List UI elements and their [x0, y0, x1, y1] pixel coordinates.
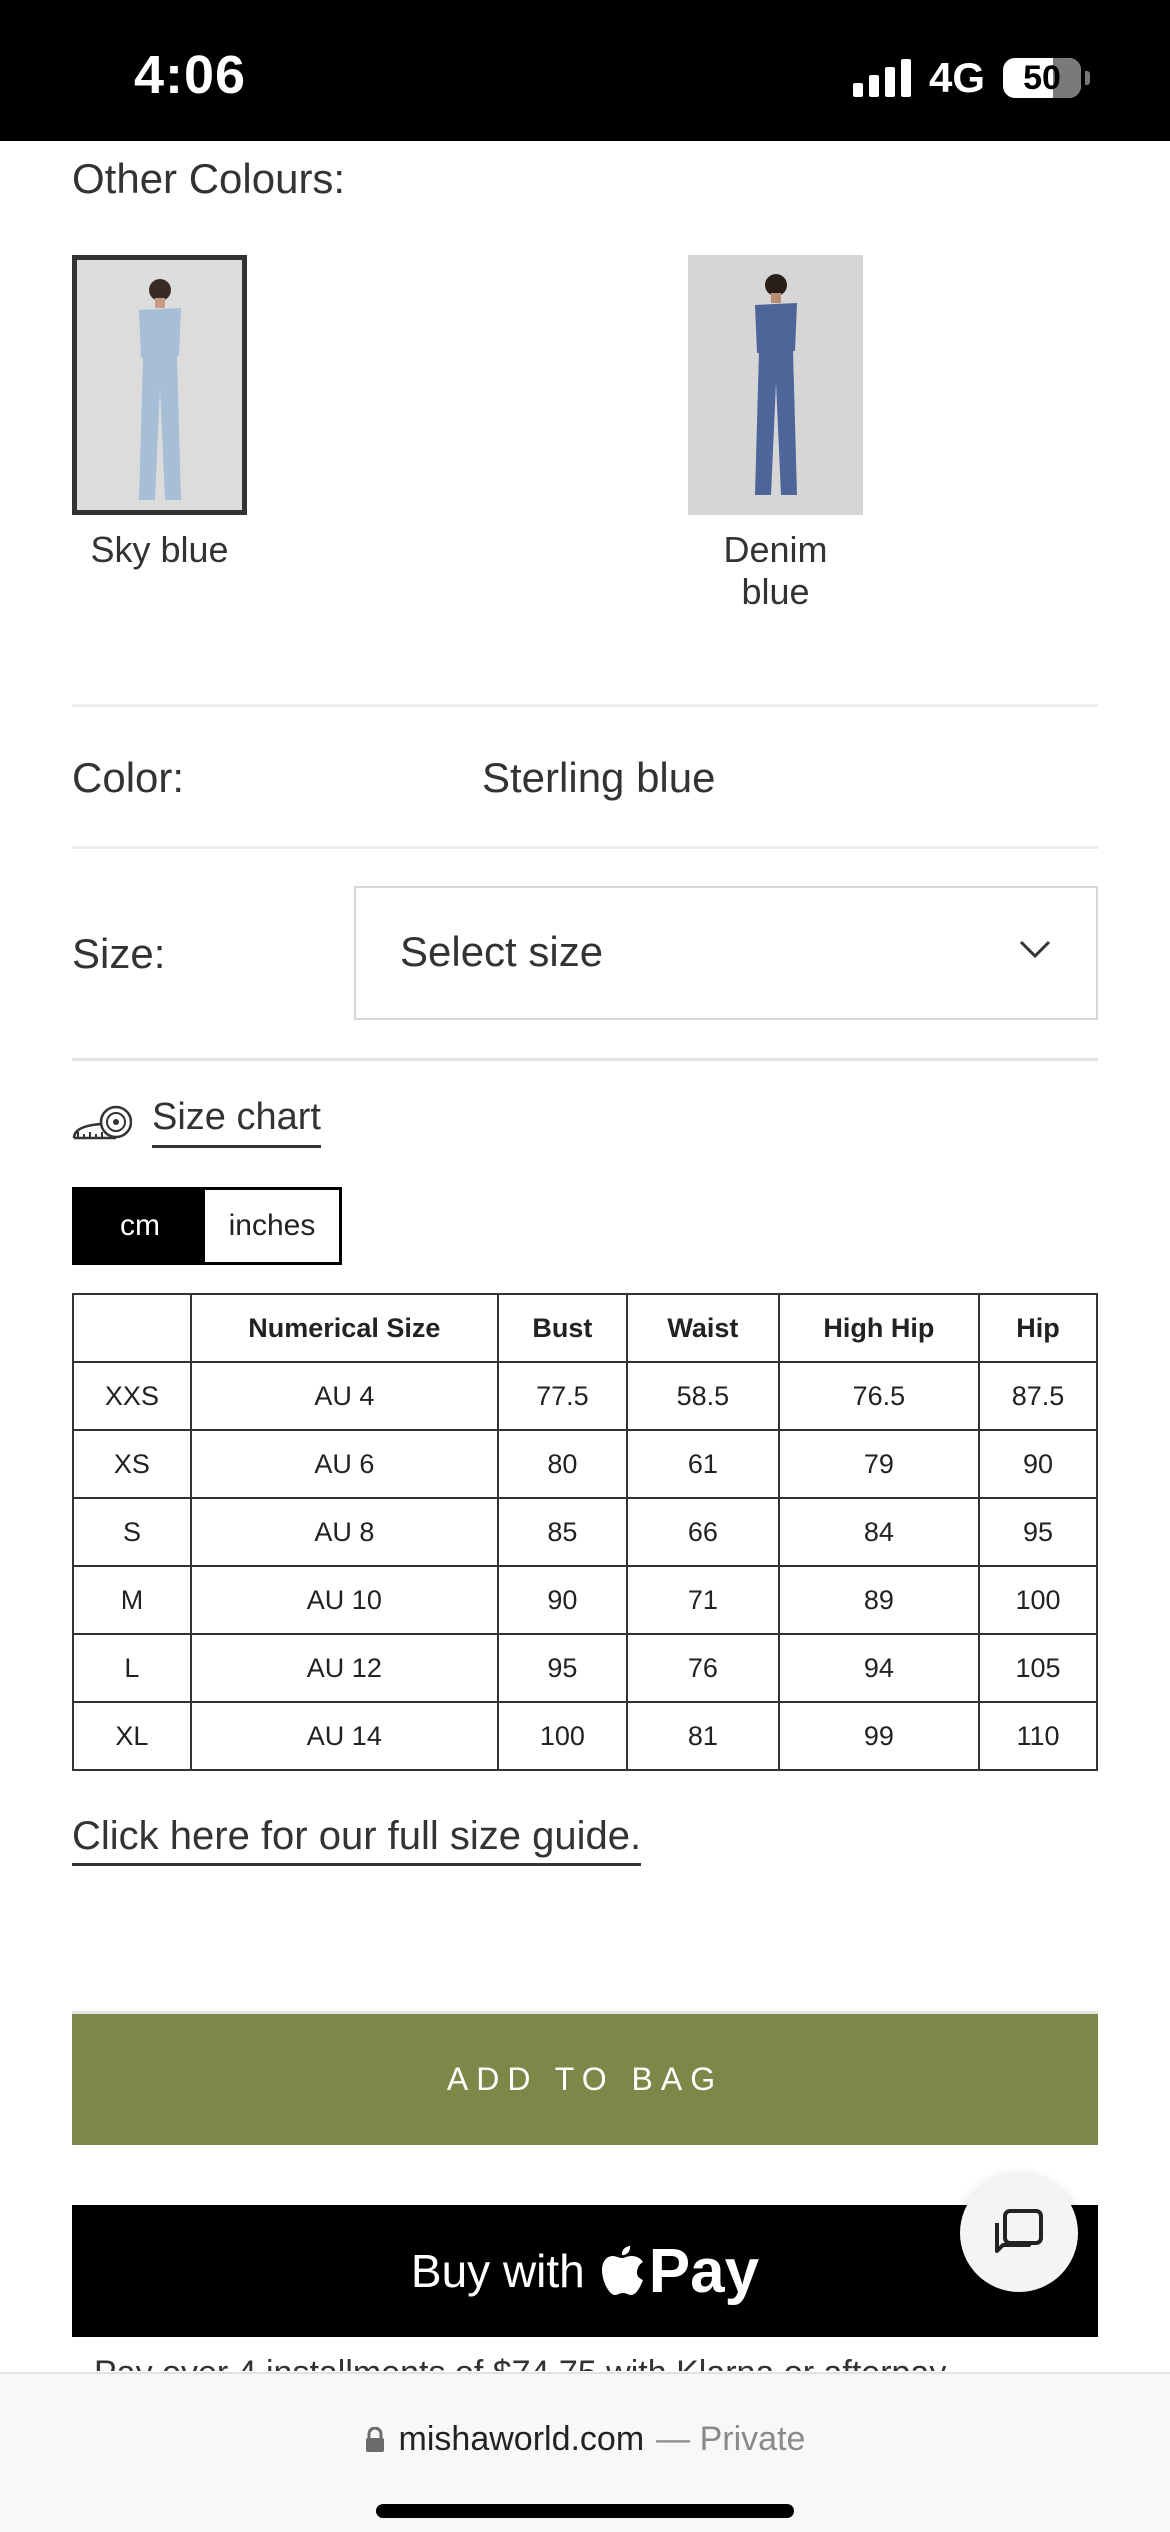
table-header: [72, 1293, 192, 1363]
color-label: Color:: [72, 754, 185, 801]
table-header-row: Numerical Size Bust Waist High Hip Hip: [72, 1293, 1098, 1363]
table-header: Hip: [978, 1293, 1098, 1363]
divider: [72, 704, 1098, 707]
table-cell: AU 8: [189, 1497, 499, 1567]
unit-inches-button[interactable]: inches: [205, 1190, 339, 1262]
status-bar: 4:06 4G 50: [0, 0, 1170, 141]
table-cell: 90: [978, 1429, 1098, 1499]
swatch-image: [72, 255, 247, 515]
browser-bar: mishaworld.com — Private: [0, 2372, 1170, 2532]
table-cell: AU 12: [189, 1633, 499, 1703]
table-row: XS AU 6 80 61 79 90: [72, 1429, 1098, 1499]
status-time: 4:06: [134, 45, 247, 105]
table-cell: 90: [496, 1565, 628, 1635]
tape-measure-icon: [72, 1105, 132, 1140]
color-value: Sterling blue: [482, 754, 716, 801]
chevron-down-icon: [1019, 940, 1051, 959]
unit-cm-button[interactable]: cm: [75, 1190, 205, 1262]
table-cell: AU 14: [189, 1701, 499, 1771]
apple-pay-button[interactable]: Buy with Pay: [72, 2205, 1098, 2337]
table-cell: 81: [625, 1701, 780, 1771]
table-cell: 94: [777, 1633, 981, 1703]
installments-text: Pay over 4 installments of $74.75 with K…: [94, 2357, 946, 2371]
add-to-bag-button[interactable]: ADD TO BAG: [72, 2011, 1098, 2145]
swatch-name: Denim blue: [723, 529, 828, 612]
table-cell: 89: [777, 1565, 981, 1635]
unit-toggle: cm inches: [72, 1187, 342, 1265]
apple-logo-icon: [601, 2246, 643, 2295]
table-cell: 58.5: [625, 1361, 780, 1431]
table-cell: 95: [978, 1497, 1098, 1567]
size-chart-toggle[interactable]: Size chart: [72, 1096, 321, 1148]
status-icons: 4G 50: [852, 54, 1090, 102]
swatch-denim-blue[interactable]: Denim blue: [688, 255, 863, 613]
battery-level: 50: [1023, 59, 1061, 97]
table-cell: AU 6: [189, 1429, 499, 1499]
table-cell: 80: [496, 1429, 628, 1499]
table-cell: 84: [777, 1497, 981, 1567]
table-cell: AU 4: [189, 1361, 499, 1431]
table-cell: 77.5: [496, 1361, 628, 1431]
table-header: High Hip: [777, 1293, 981, 1363]
table-cell: 76.5: [777, 1361, 981, 1431]
home-indicator: [376, 2504, 794, 2518]
table-cell: 100: [978, 1565, 1098, 1635]
apple-pay-buy-label: Buy with: [410, 2245, 585, 2297]
table-row: S AU 8 85 66 84 95: [72, 1497, 1098, 1567]
table-header: Numerical Size: [189, 1293, 499, 1363]
full-size-guide-link[interactable]: Click here for our full size guide.: [72, 1814, 642, 1866]
table-cell: 95: [496, 1633, 628, 1703]
table-cell: M: [72, 1565, 192, 1635]
table-row: XXS AU 4 77.5 58.5 76.5 87.5: [72, 1361, 1098, 1431]
swatch-image: [688, 255, 863, 515]
chat-icon: [995, 2209, 1043, 2253]
size-select[interactable]: Select size: [354, 886, 1098, 1020]
table-cell: 110: [978, 1701, 1098, 1771]
table-cell: 79: [777, 1429, 981, 1499]
table-cell: S: [72, 1497, 192, 1567]
table-row: L AU 12 95 76 94 105: [72, 1633, 1098, 1703]
table-cell: 99: [777, 1701, 981, 1771]
signal-icon: [852, 59, 911, 97]
table-cell: 66: [625, 1497, 780, 1567]
size-select-value: Select size: [400, 928, 604, 975]
divider: [72, 846, 1098, 849]
table-cell: 76: [625, 1633, 780, 1703]
divider: [72, 1058, 1098, 1061]
url-domain: mishaworld.com: [398, 2420, 645, 2458]
apple-pay-pay-label: Pay: [648, 2236, 760, 2306]
table-cell: XXS: [72, 1361, 192, 1431]
network-type: 4G: [928, 54, 985, 101]
chat-button[interactable]: [960, 2174, 1078, 2292]
table-cell: AU 10: [189, 1565, 499, 1635]
table-cell: 100: [496, 1701, 628, 1771]
size-chart-table: Numerical Size Bust Waist High Hip Hip X…: [72, 1293, 1098, 1771]
table-row: M AU 10 90 71 89 100: [72, 1565, 1098, 1635]
address-bar[interactable]: mishaworld.com — Private: [0, 2420, 1170, 2459]
other-colours-heading: Other Colours:: [72, 155, 346, 202]
private-label: — Private: [656, 2420, 806, 2458]
table-cell: L: [72, 1633, 192, 1703]
table-cell: 61: [625, 1429, 780, 1499]
table-cell: 71: [625, 1565, 780, 1635]
lock-icon: [365, 2426, 384, 2452]
table-header: Waist: [625, 1293, 780, 1363]
size-label: Size:: [72, 930, 166, 977]
table-header: Bust: [496, 1293, 628, 1363]
swatch-sky-blue[interactable]: Sky blue: [72, 255, 247, 571]
product-options: Other Colours: Sky blue Denim blue Color…: [0, 141, 1170, 2371]
table-cell: 87.5: [978, 1361, 1098, 1431]
table-row: XL AU 14 100 81 99 110: [72, 1701, 1098, 1771]
table-cell: 85: [496, 1497, 628, 1567]
table-cell: XS: [72, 1429, 192, 1499]
battery-icon: 50: [1003, 58, 1081, 98]
table-cell: 105: [978, 1633, 1098, 1703]
size-chart-link: Size chart: [152, 1096, 321, 1148]
table-cell: XL: [72, 1701, 192, 1771]
swatch-name: Sky blue: [90, 529, 229, 570]
